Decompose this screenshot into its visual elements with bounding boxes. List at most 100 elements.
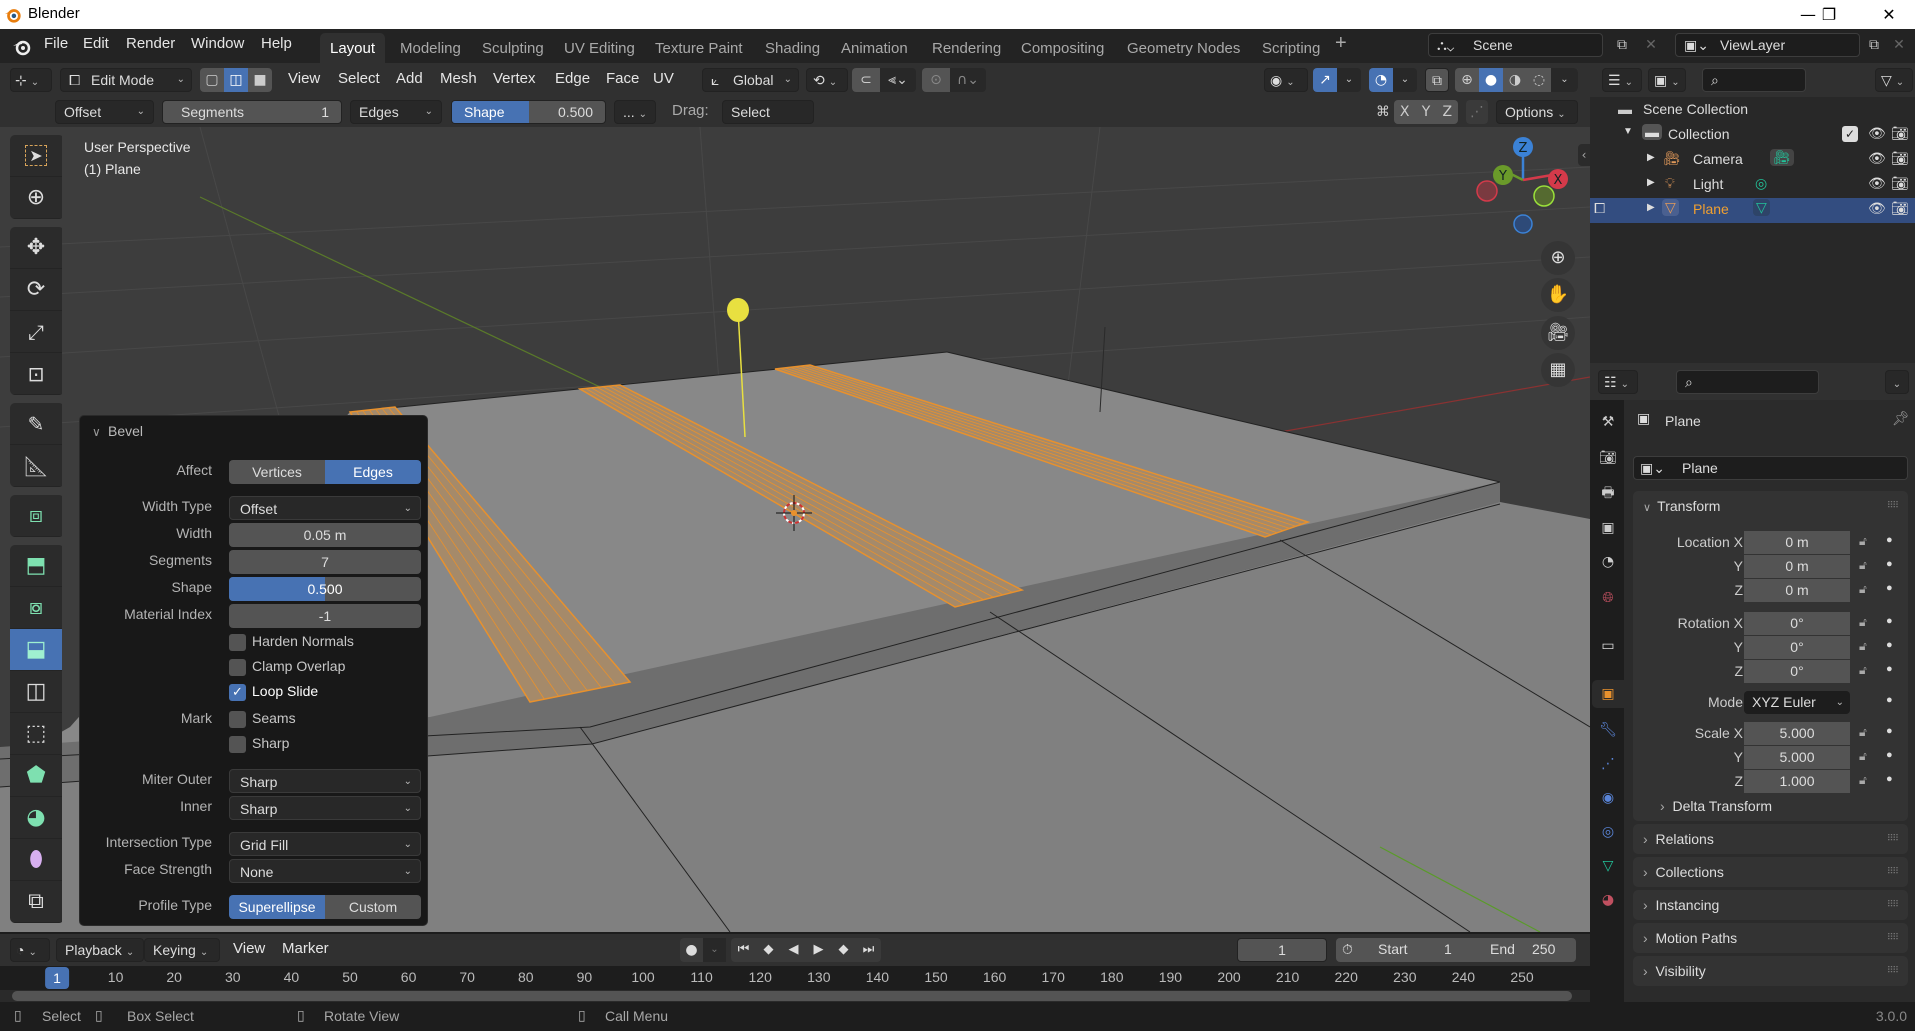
object-visibility-button[interactable]: ◉ ⌄ (1264, 68, 1308, 92)
scale-x-field[interactable]: 5.000 (1744, 722, 1850, 745)
tab-texture-paint[interactable]: Texture Paint (645, 33, 753, 63)
plane-render-icon[interactable]: 📷︎ (1891, 200, 1909, 217)
tool-tab-icon[interactable]: ⚒ (1594, 408, 1622, 436)
pin-icon[interactable]: 📌︎ (1892, 411, 1910, 427)
properties-search-input[interactable]: ⌕ (1676, 370, 1819, 394)
menu-vertex[interactable]: Vertex (493, 70, 536, 87)
editor-type-button[interactable]: ⊹ ⌄ (10, 68, 52, 92)
menu-view[interactable]: View (288, 70, 320, 87)
face-select-icon[interactable]: ■ (248, 68, 272, 92)
tool-annotate[interactable]: ✎ (10, 403, 62, 445)
overlay-toggle-icon[interactable]: ◔ (1369, 68, 1393, 92)
width-type-dropdown[interactable]: Offset ⌄ (55, 100, 154, 124)
snap-target-icon[interactable]: ⫷⌄ (880, 68, 916, 92)
material-shading-icon[interactable]: ◑ (1503, 68, 1527, 92)
profile-custom-button[interactable]: Custom (325, 895, 421, 919)
drag-handle-icon[interactable]: ⠿⠿ (1887, 867, 1899, 877)
light-data-icon[interactable]: ◎ (1755, 175, 1767, 192)
tool-cursor[interactable]: ⊕ (10, 177, 62, 219)
keying-dropdown-icon[interactable]: ⌄ (703, 938, 726, 962)
relations-section[interactable]: › Relations ⠿⠿ (1633, 824, 1908, 854)
keyframe-dot-icon[interactable]: ● (1886, 694, 1893, 706)
tab-rendering[interactable]: Rendering (922, 33, 1011, 63)
mark-sharp-checkbox[interactable] (229, 736, 246, 753)
overlay-dropdown-icon[interactable]: ⌄ (1393, 68, 1417, 92)
timeline-ruler[interactable]: 1 10 20 30 40 50 60 70 80 90 100 110 120 130 140 150 160… (0, 966, 1590, 990)
tab-scripting[interactable]: Scripting (1252, 33, 1330, 63)
camera-view-icon[interactable]: 🎥︎ (1541, 316, 1575, 350)
keyframe-dot-icon[interactable]: ● (1886, 749, 1893, 761)
current-frame-marker[interactable]: 1 (45, 967, 69, 989)
timeline-marker-menu[interactable]: Marker (282, 940, 329, 957)
proportional-edit-icon[interactable]: ⊙ (922, 68, 950, 92)
profile-superellipse-button[interactable]: Superellipse (229, 895, 325, 919)
delta-transform-header[interactable]: › Delta Transform (1660, 798, 1772, 814)
more-options-dropdown[interactable]: ... ⌄ (614, 100, 656, 124)
segments-field-panel[interactable]: 7 (229, 550, 421, 574)
mirror-y-button[interactable]: Y (1415, 100, 1436, 124)
tool-measure[interactable]: 📐︎ (10, 445, 62, 487)
camera-visibility-eye-icon[interactable]: 👁︎ (1868, 150, 1886, 167)
menu-edge[interactable]: Edge (555, 70, 590, 87)
menu-window[interactable]: Window (191, 35, 244, 52)
menu-file[interactable]: File (44, 35, 68, 52)
stopwatch-icon[interactable]: ⏱ (1342, 941, 1353, 958)
mark-seams-checkbox[interactable] (229, 711, 246, 728)
keyframe-dot-icon[interactable]: ● (1886, 582, 1893, 594)
lock-icon[interactable]: 🔓︎ (1859, 615, 1867, 630)
instancing-section[interactable]: › Instancing ⠿⠿ (1633, 890, 1908, 920)
world-tab-icon[interactable]: 🌐︎ (1594, 584, 1622, 612)
tool-loop-cut[interactable]: ◫ (10, 671, 62, 713)
object-tab-icon[interactable]: ▣ (1592, 680, 1624, 708)
gizmo-toggle-icon[interactable]: ↗ (1313, 68, 1337, 92)
display-mode-button[interactable]: ▣ ⌄ (1648, 68, 1686, 92)
menu-render[interactable]: Render (126, 35, 175, 52)
light-render-icon[interactable]: 📷︎ (1891, 175, 1909, 192)
expand-camera-icon[interactable]: ▶ (1647, 152, 1655, 163)
location-z-field[interactable]: 0 m (1744, 579, 1850, 602)
segments-field[interactable]: Segments 1 (162, 100, 342, 124)
keyframe-dot-icon[interactable]: ● (1886, 534, 1893, 546)
menu-edit[interactable]: Edit (83, 35, 109, 52)
sidebar-toggle-icon[interactable]: ‹ (1578, 144, 1590, 166)
keyframe-dot-icon[interactable]: ● (1886, 558, 1893, 570)
end-frame-field[interactable]: 250 (1532, 941, 1555, 957)
auto-merge-icon[interactable]: ⋰ (1466, 100, 1488, 124)
keyframe-dot-icon[interactable]: ● (1886, 639, 1893, 651)
drag-handle-icon[interactable]: ⠿⠿ (1887, 900, 1899, 910)
constraints-tab-icon[interactable]: ◎ (1594, 818, 1622, 846)
keyframe-dot-icon[interactable]: ● (1886, 773, 1893, 785)
properties-editor-type[interactable]: ☷ ⌄ (1598, 370, 1638, 394)
timeline-view-menu[interactable]: View (233, 940, 265, 957)
tool-knife[interactable]: ⬚ (10, 713, 62, 755)
snap-toggle-icon[interactable]: ⊂ (852, 68, 880, 92)
edge-select-icon[interactable]: ◫ (224, 68, 248, 92)
particles-tab-icon[interactable]: ⋰ (1594, 750, 1622, 778)
plane-visibility-eye-icon[interactable]: 👁︎ (1868, 200, 1886, 217)
tool-scale[interactable]: ⤢ (10, 311, 62, 353)
pivot-point-button[interactable]: ⟲ ⌄ (806, 68, 848, 92)
outliner-editor-type[interactable]: ☰ ⌄ (1602, 68, 1642, 92)
mesh-data-tab-icon[interactable]: ▽ (1594, 852, 1622, 880)
affect-dropdown[interactable]: Edges ⌄ (350, 100, 442, 124)
drag-handle-icon[interactable]: ⠿⠿ (1887, 501, 1899, 511)
prev-keyframe-icon[interactable]: ◆ (756, 938, 781, 962)
outliner-row-camera[interactable]: ▶ 🎥︎ Camera 🎥︎ 👁︎ 📷︎ (1590, 148, 1915, 173)
edit-mode-toggle-icon[interactable]: ⧠ (1594, 200, 1605, 217)
scene-tab-icon[interactable]: ◔ (1594, 548, 1622, 576)
transform-orientation-selector[interactable]: ⟀ Global ⌄ (702, 68, 799, 92)
rotation-mode-dropdown[interactable]: XYZ Euler ⌄ (1744, 691, 1850, 714)
rendered-shading-icon[interactable]: ◌ (1527, 68, 1551, 92)
drag-handle-icon[interactable]: ⠿⠿ (1887, 966, 1899, 976)
drag-handle-icon[interactable]: ⠿⠿ (1887, 834, 1899, 844)
playback-menu[interactable]: Playback ⌄ (56, 938, 144, 962)
tool-move[interactable]: ✥ (10, 227, 62, 269)
location-x-field[interactable]: 0 m (1744, 531, 1850, 554)
affect-edges-button[interactable]: Edges (325, 460, 421, 484)
location-y-field[interactable]: 0 m (1744, 555, 1850, 578)
expand-plane-icon[interactable]: ▶ (1647, 202, 1655, 213)
tab-sculpting[interactable]: Sculpting (472, 33, 554, 63)
menu-mesh[interactable]: Mesh (440, 70, 477, 87)
start-frame-field[interactable]: 1 (1444, 941, 1452, 957)
collection-tab-icon[interactable]: ▭ (1594, 632, 1622, 660)
